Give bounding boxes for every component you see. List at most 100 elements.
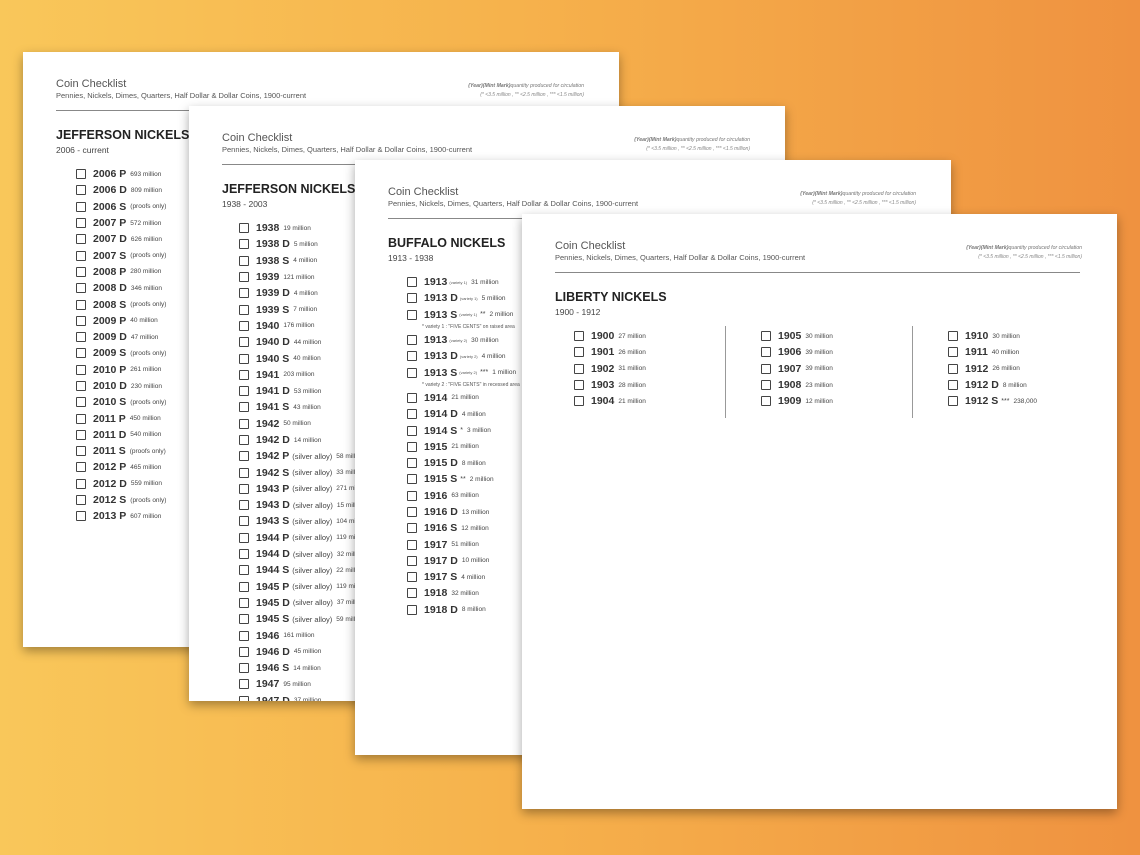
checkbox[interactable] <box>239 435 249 445</box>
checkbox[interactable] <box>239 451 249 462</box>
checkbox[interactable] <box>407 604 417 615</box>
checkbox[interactable] <box>239 369 249 380</box>
checkbox[interactable] <box>76 495 86 506</box>
mintage-count: 559 million <box>130 480 162 488</box>
section-range: 2006 - current <box>56 145 109 155</box>
checkbox[interactable] <box>239 337 249 348</box>
checkbox[interactable] <box>76 511 86 522</box>
checkbox[interactable] <box>239 272 249 283</box>
checkbox[interactable] <box>239 695 249 701</box>
checkbox[interactable] <box>239 614 249 625</box>
checkbox[interactable] <box>948 380 958 391</box>
rarity-stars: * <box>460 427 464 435</box>
checkbox[interactable] <box>948 396 958 407</box>
checkbox[interactable] <box>239 516 249 527</box>
checkbox[interactable] <box>239 223 249 234</box>
checkbox[interactable] <box>76 364 86 375</box>
checkbox[interactable] <box>407 335 417 346</box>
checklist-item: 2011 S (proofs only) <box>76 443 166 459</box>
checkbox[interactable] <box>76 266 86 277</box>
checkbox[interactable] <box>407 539 417 550</box>
checkbox[interactable] <box>76 185 86 196</box>
checkbox[interactable] <box>76 169 86 180</box>
checkbox[interactable] <box>76 315 86 326</box>
checklist-column-1: 1900 27 million 1901 26 million 1902 31 milli… <box>574 328 646 409</box>
checkbox[interactable] <box>407 507 417 517</box>
checkbox[interactable] <box>574 363 584 374</box>
checkbox[interactable] <box>239 418 249 429</box>
checkbox[interactable] <box>239 565 249 576</box>
checkbox[interactable] <box>407 555 417 566</box>
checkbox[interactable] <box>239 549 249 560</box>
checkbox[interactable] <box>239 353 249 364</box>
checkbox[interactable] <box>239 386 249 397</box>
checkbox[interactable] <box>761 347 771 358</box>
checkbox[interactable] <box>239 483 249 494</box>
checklist-item: 1943 S (silver alloy) 104 million <box>239 513 367 529</box>
checkbox[interactable] <box>76 397 86 408</box>
checkbox[interactable] <box>407 367 417 378</box>
checkbox[interactable] <box>948 363 958 374</box>
checkbox[interactable] <box>407 474 417 485</box>
checkbox[interactable] <box>239 532 249 543</box>
checkbox[interactable] <box>574 380 584 391</box>
checkbox[interactable] <box>407 588 417 599</box>
checkbox[interactable] <box>574 347 584 358</box>
checklist-item: 2006 P 693 million <box>76 166 166 182</box>
checkbox[interactable] <box>239 304 249 315</box>
checkbox[interactable] <box>239 320 249 331</box>
checkbox[interactable] <box>76 201 86 212</box>
checkbox[interactable] <box>239 467 249 478</box>
checkbox[interactable] <box>76 234 86 245</box>
checkbox[interactable] <box>239 663 249 674</box>
checkbox[interactable] <box>76 478 86 489</box>
checkbox[interactable] <box>76 218 86 229</box>
checkbox[interactable] <box>76 283 86 294</box>
checkbox[interactable] <box>76 250 86 261</box>
coin-year: 1913 D <box>424 292 458 305</box>
checkbox[interactable] <box>407 490 417 501</box>
checkbox[interactable] <box>239 288 249 299</box>
checkbox[interactable] <box>239 597 249 608</box>
checkbox[interactable] <box>239 646 249 657</box>
checkbox[interactable] <box>239 679 249 690</box>
checkbox[interactable] <box>239 402 249 413</box>
checkbox[interactable] <box>407 572 417 583</box>
checkbox[interactable] <box>948 331 958 342</box>
checkbox[interactable] <box>407 309 417 320</box>
checkbox[interactable] <box>76 462 86 473</box>
checkbox[interactable] <box>761 331 771 342</box>
checkbox[interactable] <box>761 363 771 374</box>
coin-year: 1915 D <box>424 457 458 470</box>
checkbox[interactable] <box>407 409 417 420</box>
checkbox[interactable] <box>407 293 417 304</box>
checkbox[interactable] <box>407 458 417 469</box>
checkbox[interactable] <box>407 425 417 436</box>
checkbox[interactable] <box>239 500 249 511</box>
checkbox[interactable] <box>948 347 958 358</box>
checkbox[interactable] <box>239 255 249 266</box>
checkbox[interactable] <box>761 380 771 391</box>
checkbox[interactable] <box>76 413 86 424</box>
checkbox[interactable] <box>76 299 86 310</box>
checkbox[interactable] <box>76 332 86 343</box>
checkbox[interactable] <box>76 446 86 457</box>
checkbox[interactable] <box>76 348 86 359</box>
checkbox[interactable] <box>407 277 417 288</box>
checkbox[interactable] <box>76 429 86 440</box>
coin-year: 1942 S <box>256 466 290 479</box>
checkbox[interactable] <box>407 351 417 362</box>
checkbox[interactable] <box>574 331 584 342</box>
checkbox[interactable] <box>761 396 771 407</box>
checkbox[interactable] <box>239 630 249 641</box>
checkbox[interactable] <box>407 441 417 452</box>
checkbox[interactable] <box>76 381 86 391</box>
checklist-item: 2011 P 450 million <box>76 410 166 426</box>
checkbox[interactable] <box>574 396 584 407</box>
mintage-count: 1 million <box>492 369 517 377</box>
checkbox[interactable] <box>239 239 249 250</box>
mintage-count: (proofs only) <box>130 496 167 504</box>
checkbox[interactable] <box>407 523 417 534</box>
checkbox[interactable] <box>407 392 417 403</box>
checkbox[interactable] <box>239 581 249 592</box>
